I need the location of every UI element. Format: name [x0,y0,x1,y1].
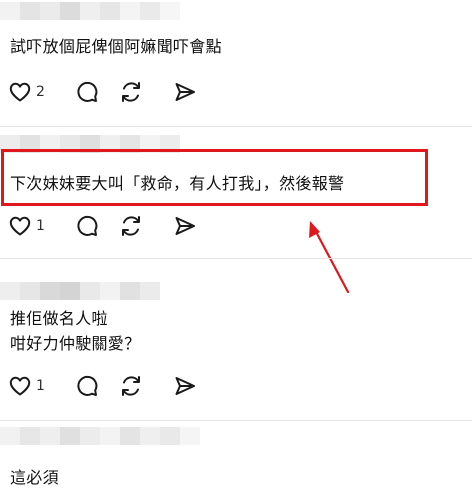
highlight-box [1,149,428,206]
speech-bubble-icon [77,215,98,236]
like-count: 1 [36,218,45,234]
share-button[interactable] [173,80,197,104]
comment-actions: 1 [8,374,197,398]
repost-button[interactable] [119,80,143,104]
heart-icon [9,216,31,236]
reply-button[interactable] [75,214,99,238]
blurred-username [0,2,180,20]
comment-text: 這必須 [10,468,59,487]
speech-bubble-icon [77,375,98,396]
like-button[interactable]: 1 [8,374,55,398]
comment-divider [0,420,472,421]
comment-divider [0,258,472,259]
like-count: 2 [36,84,45,100]
like-button[interactable]: 1 [8,214,55,238]
speech-bubble-icon [77,81,98,102]
repost-icon [122,376,140,396]
comment-text: 試吓放個屁俾個阿嫲聞吓會點 [10,37,222,56]
heart-icon [9,376,31,396]
repost-button[interactable] [119,214,143,238]
reply-button[interactable] [75,374,99,398]
like-button[interactable]: 2 [8,80,55,104]
comment-thread: 試吓放個屁俾個阿嫲聞吓會點 2 下次妹妹要大叫「救命，有人打我」，然後報警 1 … [0,0,472,493]
comment-actions: 2 [8,80,197,104]
comment-divider [0,126,472,127]
send-icon [175,377,195,395]
repost-icon [122,216,140,236]
send-icon [175,217,195,235]
reply-button[interactable] [75,80,99,104]
comment-text: 推佢做名人啦 [10,309,108,328]
share-button[interactable] [173,374,197,398]
like-count: 1 [36,378,45,394]
comment-text: 咁好力仲駛關愛？ [10,334,141,353]
comment-actions: 1 [8,214,197,238]
repost-icon [122,82,140,102]
repost-button[interactable] [119,374,143,398]
heart-icon [9,82,31,102]
blurred-username [0,282,160,300]
share-button[interactable] [173,214,197,238]
send-icon [175,83,195,101]
blurred-username [0,427,200,445]
